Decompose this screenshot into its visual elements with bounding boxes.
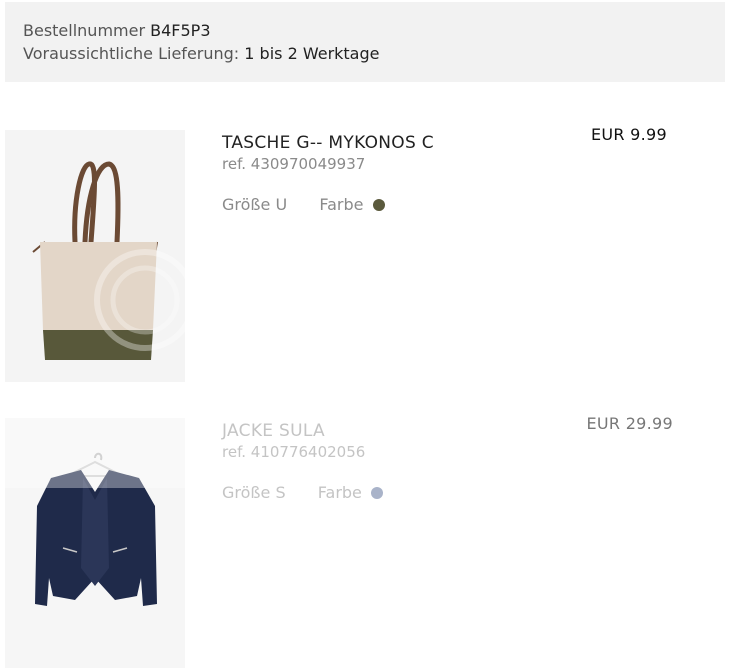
jacket-icon (5, 418, 185, 606)
size-label: Größe (222, 483, 271, 502)
color-label: Farbe (319, 195, 364, 214)
product-name[interactable]: TASCHE G-- MYKONOS C (222, 133, 434, 153)
order-summary-header: Bestellnummer B4F5P3 Voraussichtliche Li… (5, 2, 725, 82)
delivery-row: Voraussichtliche Lieferung: 1 bis 2 Werk… (23, 43, 725, 65)
size-label: Größe (222, 195, 271, 214)
delivery-value: 1 bis 2 Werktage (244, 44, 380, 63)
product-ref: ref. 410776402056 (222, 443, 366, 461)
tote-bag-icon (32, 161, 185, 360)
size-value: S (275, 483, 286, 502)
product-ref: ref. 430970049937 (222, 155, 366, 173)
color-swatch (371, 486, 383, 499)
order-number-value: B4F5P3 (150, 21, 211, 40)
order-item: TASCHE G-- MYKONOS C ref. 430970049937 G… (5, 125, 725, 382)
order-number-label: Bestellnummer (23, 21, 146, 40)
product-image[interactable] (5, 130, 185, 382)
product-attributes: Größe S Farbe (222, 482, 383, 502)
product-name[interactable]: JACKE SULA (222, 421, 325, 441)
order-number-row: Bestellnummer B4F5P3 (23, 20, 725, 42)
product-attributes: Größe U Farbe (222, 194, 385, 214)
product-image[interactable] (5, 418, 185, 668)
product-price: EUR 29.99 (586, 414, 673, 433)
order-item: JACKE SULA ref. 410776402056 Größe S Far… (5, 414, 725, 668)
product-price: EUR 9.99 (590, 125, 667, 144)
color-swatch (372, 198, 385, 211)
delivery-label: Voraussichtliche Lieferung: (23, 44, 240, 63)
size-value: U (275, 195, 288, 214)
color-label: Farbe (317, 483, 362, 502)
